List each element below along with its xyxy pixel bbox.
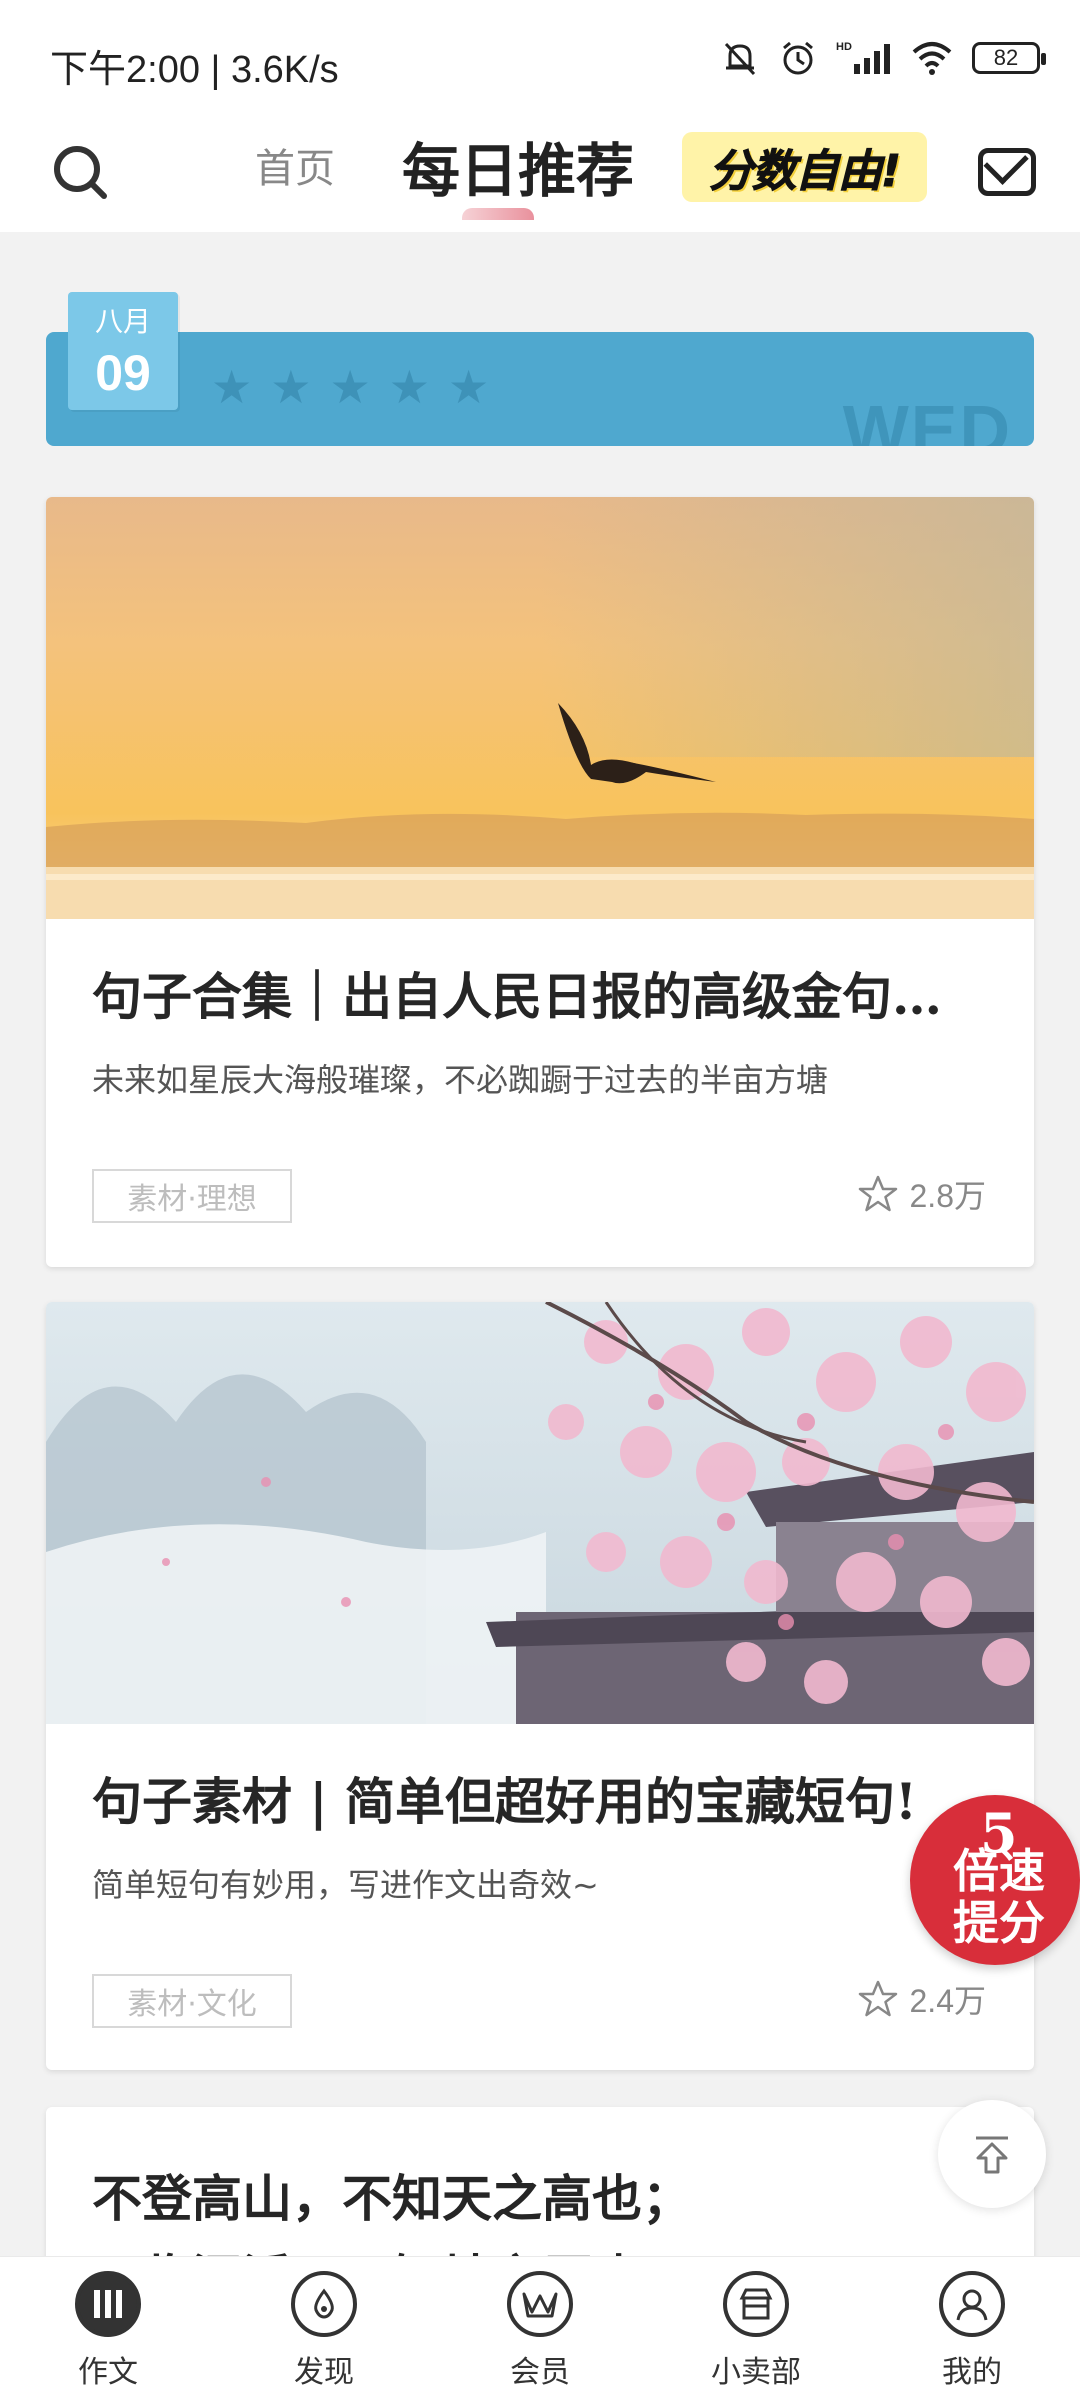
svg-text:HD: HD xyxy=(836,41,852,53)
discover-icon xyxy=(291,2271,357,2337)
nav-essay[interactable]: 作文 xyxy=(0,2257,216,2400)
star-icon: ★ xyxy=(211,360,253,414)
card-tag[interactable]: 素材·理想 xyxy=(92,1169,292,1223)
status-bar: 下午2:00 | 3.6K/s HD 82 xyxy=(0,0,1080,120)
weekday-label: WED xyxy=(842,391,1012,446)
rating-stars: ★ ★ ★ ★ ★ xyxy=(211,364,489,410)
active-tab-indicator xyxy=(462,208,534,220)
wifi-icon xyxy=(910,38,954,78)
card-subtitle: 未来如星辰大海般璀璨，不必踟蹰于过去的半亩方塘 xyxy=(92,1061,829,1099)
nav-label: 我的 xyxy=(942,2355,1002,2390)
poem-line: 不登高山，不知天之高也； xyxy=(92,2169,692,2228)
favorite-button[interactable]: 2.8万 xyxy=(858,1171,987,1217)
mail-icon[interactable] xyxy=(978,148,1036,196)
favorite-button[interactable]: 2.4万 xyxy=(858,1976,987,2022)
star-icon: ★ xyxy=(329,360,371,414)
nav-label: 会员 xyxy=(510,2355,570,2390)
boost-score-badge[interactable]: 5 倍速提分 xyxy=(910,1795,1080,1965)
article-card[interactable]: 句子素材 | 简单但超好用的宝藏短句! 简单短句有妙用，写进作文出奇效~ 素材·… xyxy=(46,1302,1034,2070)
search-icon xyxy=(54,146,107,199)
date-day: 09 xyxy=(95,345,151,401)
battery-icon: 82 xyxy=(972,38,1046,78)
arrow-up-icon xyxy=(976,2136,1008,2174)
article-card[interactable]: 句子合集｜出自人民日报的高级金句… 未来如星辰大海般璀璨，不必踟蹰于过去的半亩方… xyxy=(46,497,1034,1267)
star-outline-icon xyxy=(858,1175,897,1212)
nav-shop[interactable]: 小卖部 xyxy=(648,2257,864,2400)
nav-label: 发现 xyxy=(294,2355,354,2390)
nav-label: 作文 xyxy=(78,2355,138,2390)
alarm-icon xyxy=(778,38,818,78)
promo-text: 分数自由! xyxy=(708,146,901,198)
nav-member[interactable]: 会员 xyxy=(432,2257,648,2400)
boost-text: 倍速提分 xyxy=(953,1844,1045,1950)
card-subtitle: 简单短句有妙用，写进作文出奇效~ xyxy=(92,1866,599,1904)
card-tag[interactable]: 素材·文化 xyxy=(92,1974,292,2028)
search-button[interactable] xyxy=(50,142,110,202)
card-cover-image xyxy=(46,497,1034,919)
date-tag: 八月 09 xyxy=(68,292,178,410)
nav-profile[interactable]: 我的 xyxy=(864,2257,1080,2400)
star-outline-icon xyxy=(858,1980,897,2017)
status-icons: HD 82 xyxy=(720,38,1046,78)
star-icon: ★ xyxy=(388,360,430,414)
bottom-navigation: 作文 发现 会员 小卖部 我的 xyxy=(0,2256,1080,2400)
date-month: 八月 xyxy=(94,305,151,338)
profile-icon xyxy=(939,2271,1005,2337)
card-cover-image xyxy=(46,1302,1034,1724)
card-title: 句子素材 | 简单但超好用的宝藏短句! xyxy=(92,1772,917,1831)
card-title: 句子合集｜出自人民日报的高级金句… xyxy=(92,967,942,1026)
star-icon: ★ xyxy=(448,360,490,414)
tab-daily-recommend[interactable]: 每日推荐 xyxy=(402,124,634,208)
promo-banner[interactable]: 分数自由! xyxy=(682,132,927,202)
favorite-count: 2.4万 xyxy=(909,1983,987,2019)
member-crown-icon xyxy=(507,2271,573,2337)
top-header: 首页 每日推荐 分数自由! xyxy=(0,120,1080,232)
back-to-top-button[interactable] xyxy=(938,2100,1046,2208)
nav-label: 小卖部 xyxy=(711,2355,801,2390)
hd-signal-icon: HD xyxy=(836,38,892,78)
mute-bell-icon xyxy=(720,38,760,78)
shop-icon xyxy=(723,2271,789,2337)
date-banner: ★ ★ ★ ★ ★ WED xyxy=(46,332,1034,446)
status-time: 下午2:00 | 3.6K/s xyxy=(50,49,339,91)
favorite-count: 2.8万 xyxy=(909,1178,987,1214)
star-icon: ★ xyxy=(270,360,312,414)
essay-icon xyxy=(75,2271,141,2337)
tab-home[interactable]: 首页 xyxy=(255,136,335,194)
battery-level: 82 xyxy=(972,42,1046,74)
nav-discover[interactable]: 发现 xyxy=(216,2257,432,2400)
